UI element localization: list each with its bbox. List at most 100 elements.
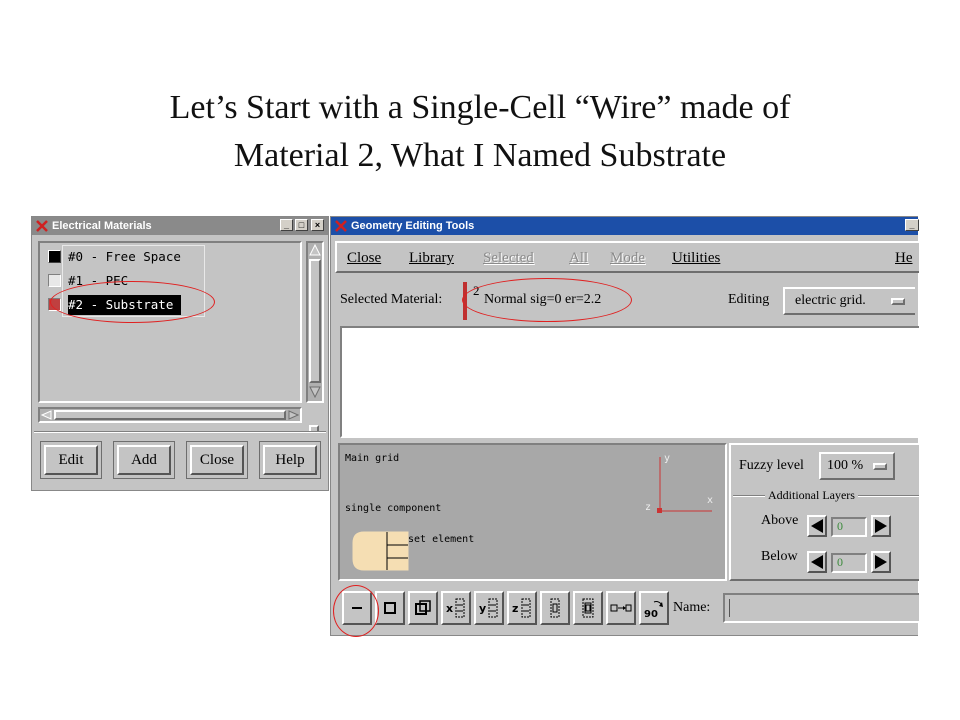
- add-button[interactable]: Add: [117, 445, 171, 475]
- above-value: 0: [837, 519, 843, 533]
- scroll-thumb[interactable]: [309, 259, 321, 383]
- svg-text:y: y: [479, 602, 486, 615]
- axis-y-label: y: [664, 453, 671, 464]
- layer-control-panel: Fuzzy level 100 % Additional Layers Abov…: [729, 443, 919, 581]
- annotation-ellipse-substrate: [50, 281, 215, 323]
- text-cursor: [729, 599, 730, 617]
- h-scroll-thumb[interactable]: [54, 410, 286, 420]
- square-tool-button[interactable]: [375, 591, 405, 625]
- fuzzy-level-value: 100 %: [827, 458, 864, 473]
- selected-material-label: Selected Material:: [340, 292, 443, 307]
- name-input[interactable]: [723, 593, 919, 623]
- separator: [34, 431, 326, 433]
- materials-horizontal-scrollbar[interactable]: [38, 407, 302, 423]
- annotation-ellipse-selected-material: [462, 278, 632, 322]
- cube-tool-button[interactable]: [408, 591, 438, 625]
- rotate-90-tool-icon: 90: [644, 601, 663, 620]
- material-color-swatch[interactable]: [48, 250, 61, 263]
- svg-text:90: 90: [644, 609, 658, 620]
- materials-vertical-scrollbar[interactable]: [306, 241, 324, 403]
- material-color-swatch[interactable]: [48, 274, 61, 287]
- z-extrude-tool-icon: z: [512, 598, 531, 618]
- stack-tool-icon: [582, 598, 594, 618]
- axis-x-label: x: [707, 495, 714, 506]
- slide-title: Let’s Start with a Single-Cell “Wire” ma…: [0, 84, 960, 180]
- menu-all[interactable]: All: [569, 245, 588, 271]
- menu-selected[interactable]: Selected: [483, 245, 534, 271]
- z-extrude-tool-button[interactable]: z: [507, 591, 537, 625]
- slice-tool-icon: [550, 598, 560, 618]
- above-label: Above: [761, 513, 799, 528]
- fuzzy-level-dropdown[interactable]: 100 %: [819, 452, 895, 480]
- scroll-left-icon[interactable]: [41, 410, 52, 420]
- axis-z-label: z: [645, 502, 652, 513]
- square-tool-icon: [384, 602, 396, 614]
- geometry-window-title: Geometry Editing Tools: [351, 220, 475, 232]
- set-element-label: set element: [408, 534, 475, 545]
- close-button[interactable]: Close: [190, 445, 244, 475]
- arrow-right-icon: [875, 519, 887, 533]
- x-extrude-tool-button[interactable]: x: [441, 591, 471, 625]
- electrical-materials-window: Electrical Materials _ □ × #0 - Free Spa…: [31, 216, 329, 491]
- slide-title-line-1: Let’s Start with a Single-Cell “Wire” ma…: [169, 89, 791, 126]
- below-input[interactable]: 0: [831, 553, 867, 573]
- below-decrement-button[interactable]: [807, 551, 827, 573]
- component-shape-icon: [352, 531, 409, 571]
- menu-utilities[interactable]: Utilities: [672, 245, 720, 271]
- editing-dropdown[interactable]: electric grid.: [783, 287, 915, 315]
- arrow-left-icon: [811, 555, 823, 569]
- stack-tool-button[interactable]: [573, 591, 603, 625]
- scroll-right-icon[interactable]: [288, 410, 299, 420]
- x-extrude-tool-icon: x: [446, 598, 465, 618]
- name-label: Name:: [673, 600, 711, 615]
- slide-title-line-2: Material 2, What I Named Substrate: [233, 137, 727, 174]
- grid-panel[interactable]: Main grid single component set element y…: [338, 443, 727, 581]
- single-component-label: single component: [345, 503, 442, 514]
- svg-text:z: z: [512, 602, 518, 615]
- fuzzy-level-label: Fuzzy level: [739, 458, 804, 473]
- menu-bar: Close Library Selected All Mode Utilities He: [335, 241, 919, 273]
- menu-mode[interactable]: Mode: [610, 245, 645, 271]
- dropdown-indicator-icon: [891, 298, 905, 305]
- minimize-button[interactable]: _: [280, 219, 293, 231]
- arrow-right-icon: [875, 555, 887, 569]
- above-decrement-button[interactable]: [807, 515, 827, 537]
- editing-label: Editing: [728, 292, 770, 307]
- annotation-ellipse-line-tool: [333, 585, 379, 637]
- arrow-left-icon: [811, 519, 823, 533]
- slice-tool-button[interactable]: [540, 591, 570, 625]
- editing-dropdown-value: electric grid.: [795, 293, 866, 308]
- geometry-canvas[interactable]: [340, 326, 919, 438]
- main-grid-label: Main grid: [345, 453, 400, 464]
- edit-button[interactable]: Edit: [44, 445, 98, 475]
- menu-library[interactable]: Library: [409, 245, 454, 271]
- materials-list: #0 - Free Space #1 - PEC #2 - Substrate: [38, 241, 302, 403]
- above-increment-button[interactable]: [871, 515, 891, 537]
- geometry-editing-window: Geometry Editing Tools _ Close Library Sel…: [330, 216, 919, 636]
- menu-close[interactable]: Close: [347, 245, 381, 271]
- y-extrude-tool-button[interactable]: y: [474, 591, 504, 625]
- geometry-titlebar[interactable]: Geometry Editing Tools _: [331, 217, 919, 235]
- materials-titlebar[interactable]: Electrical Materials _ □ ×: [32, 217, 328, 235]
- scroll-up-icon[interactable]: [309, 244, 321, 256]
- app-x-icon: [335, 220, 347, 232]
- below-label: Below: [761, 549, 798, 564]
- materials-window-title: Electrical Materials: [52, 220, 152, 232]
- close-window-button[interactable]: ×: [311, 219, 324, 231]
- help-button[interactable]: Help: [263, 445, 317, 475]
- scroll-down-icon[interactable]: [309, 386, 321, 398]
- y-extrude-tool-icon: y: [479, 598, 498, 618]
- below-increment-button[interactable]: [871, 551, 891, 573]
- move-tool-icon: [610, 604, 632, 612]
- minimize-button[interactable]: _: [905, 219, 919, 231]
- above-input[interactable]: 0: [831, 517, 867, 537]
- below-value: 0: [837, 555, 843, 569]
- additional-layers-label: Additional Layers: [765, 488, 858, 503]
- dropdown-indicator-icon: [873, 463, 887, 470]
- rotate-90-tool-button[interactable]: 90: [639, 591, 669, 625]
- move-tool-button[interactable]: [606, 591, 636, 625]
- maximize-button[interactable]: □: [295, 219, 308, 231]
- app-x-icon: [36, 220, 48, 232]
- menu-he[interactable]: He: [895, 245, 913, 271]
- svg-text:x: x: [446, 602, 453, 615]
